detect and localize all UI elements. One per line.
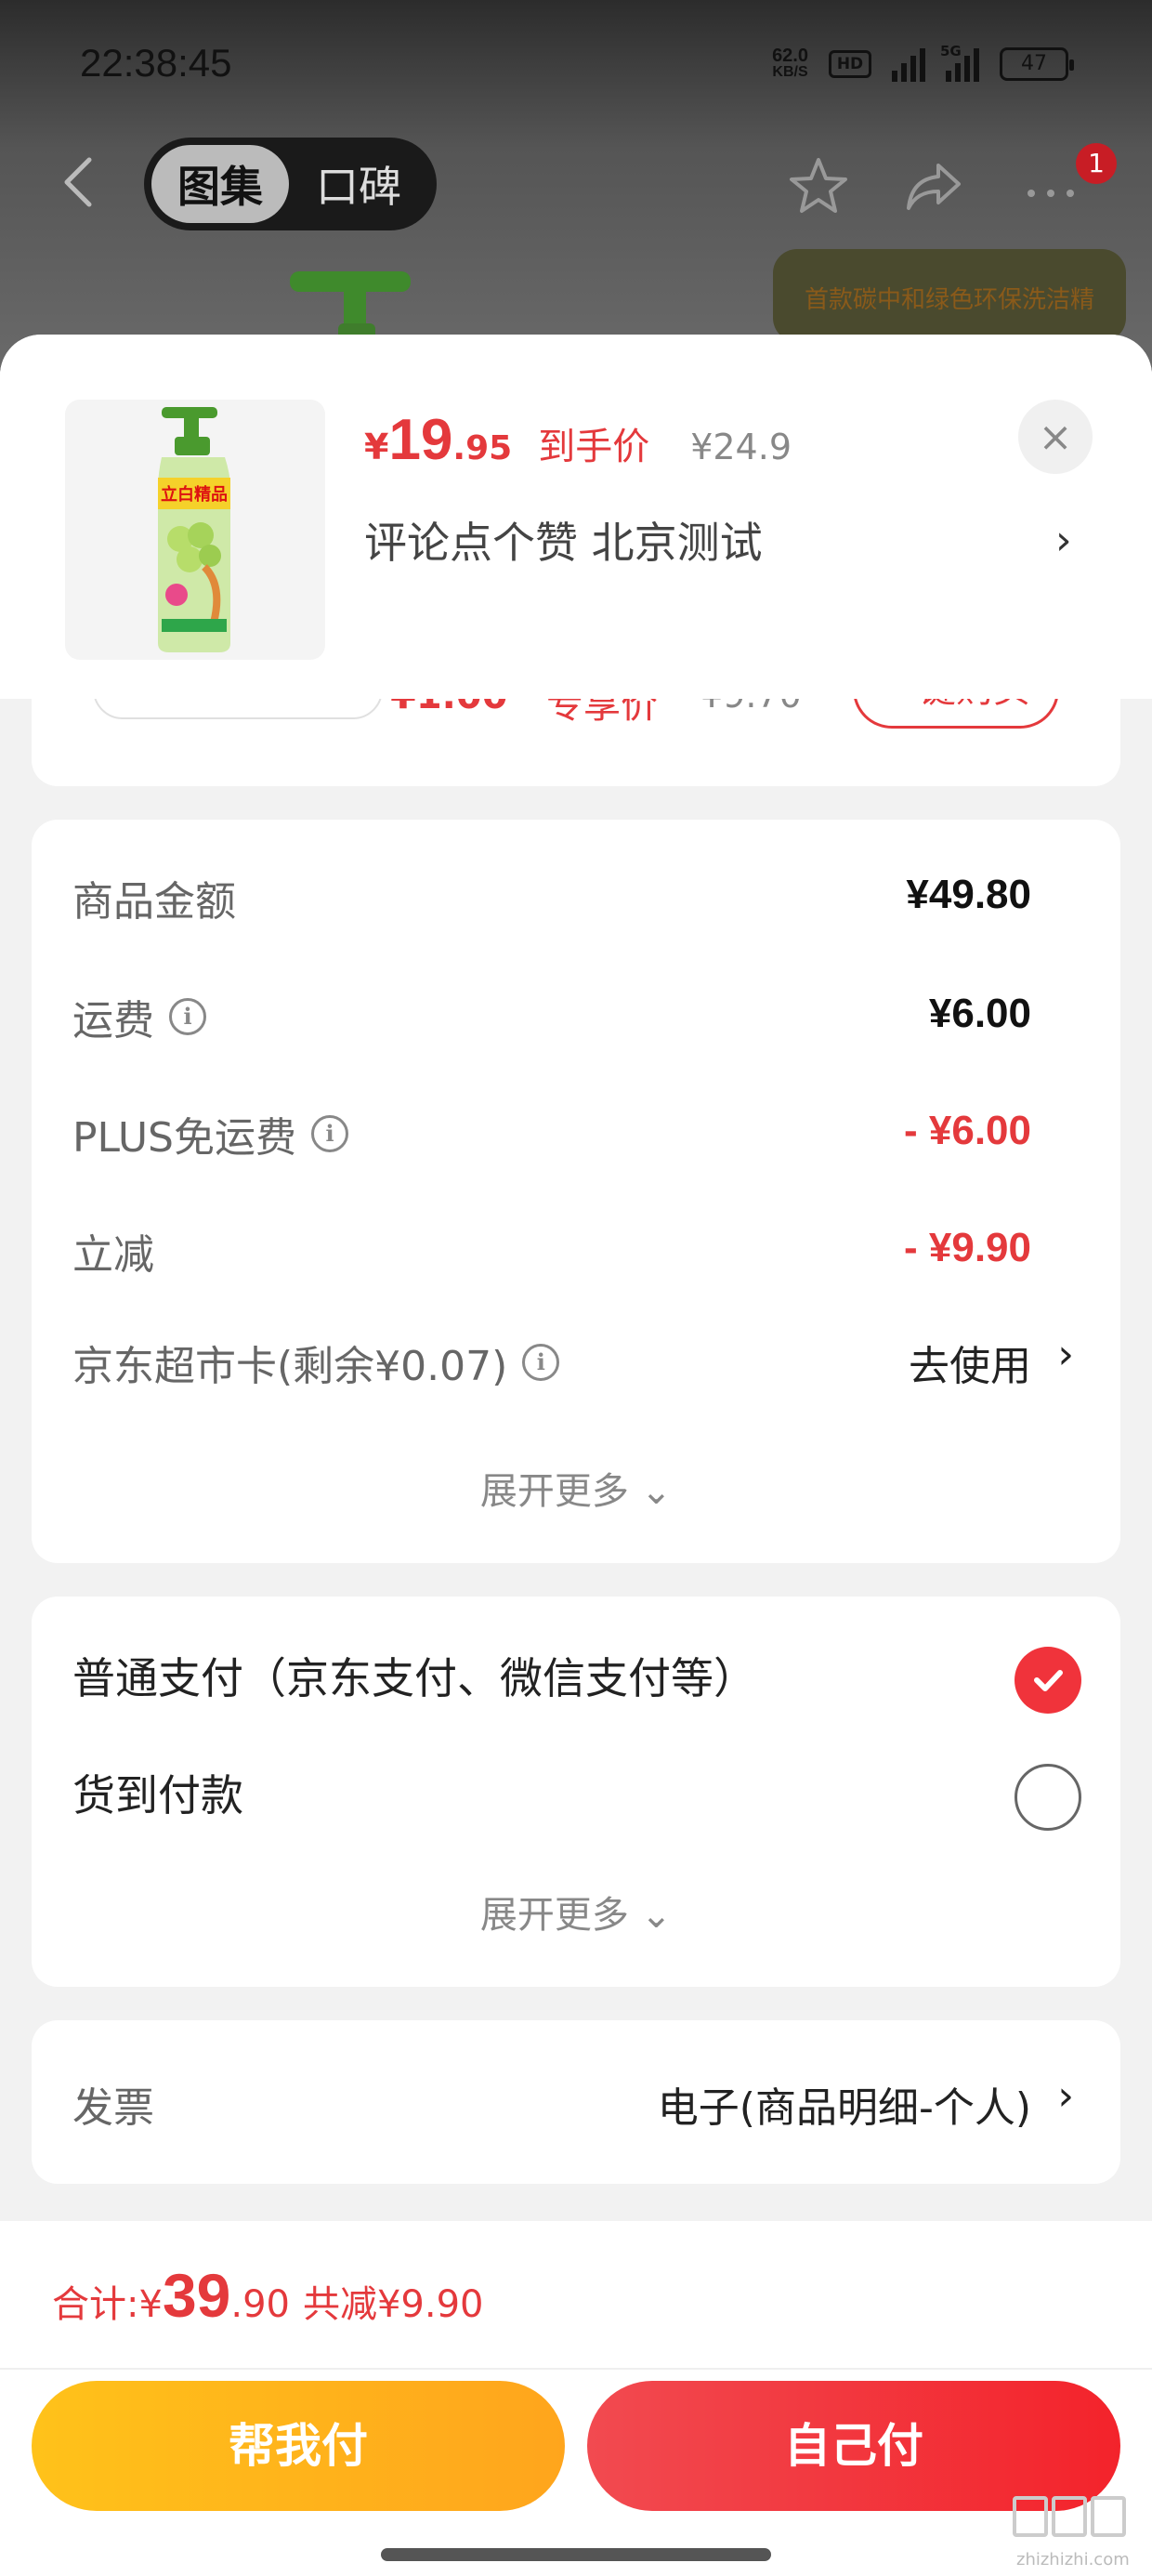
price-decimal: .95 <box>452 429 513 467</box>
invoice-value: 电子(商品明细-个人) <box>657 2084 1031 2132</box>
share-icon[interactable] <box>901 154 966 219</box>
tab-gallery[interactable]: 图集 <box>151 145 289 223</box>
price-row: ¥ 19 .95 到手价 ¥24.9 <box>364 407 792 473</box>
shipping-label: 运费 i <box>72 987 206 1046</box>
instant-discount-text: 立减 <box>72 1231 154 1279</box>
items-amount-label: 商品金额 <box>72 868 236 927</box>
invoice-label: 发票 <box>72 2074 154 2134</box>
instant-discount-label: 立减 <box>72 1221 154 1281</box>
plus-free-shipping-text: PLUS免运费 <box>72 1114 296 1162</box>
total-integer: 39 <box>162 2261 231 2330</box>
selected-spec[interactable]: 评论点个赞 北京测试 <box>364 509 1089 571</box>
shipping-value: ¥6.00 <box>928 991 1031 1036</box>
plus-free-shipping-value: - ¥6.00 <box>904 1108 1031 1153</box>
price-currency: ¥ <box>364 427 389 467</box>
info-icon[interactable]: i <box>522 1344 560 1381</box>
bottom-action-bar: 合计: ¥ 39 .90 共减¥9.90 帮我付 自己付 <box>0 2221 1152 2576</box>
top-nav: 图集 口碑 <box>0 138 1152 230</box>
pay-myself-button[interactable]: 自己付 <box>587 2381 1120 2511</box>
pay-normal-label[interactable]: 普通支付（京东支付、微信支付等） <box>72 1645 756 1706</box>
status-bar: 22:38:45 62.0 KB/S HD 5G 47 <box>0 0 1152 130</box>
supermarket-card-text: 京东超市卡(剩余¥0.07) <box>72 1343 508 1390</box>
network-speed-value: 62.0 <box>772 46 808 66</box>
cash-on-delivery-radio[interactable] <box>1015 1764 1081 1831</box>
expand-more-fees[interactable]: 展开更多 ⌄ <box>32 1461 1120 1515</box>
use-card-link[interactable]: 去使用 <box>909 1333 1031 1392</box>
signal-label: 5G <box>940 43 962 59</box>
signal-5g-icon: 5G <box>940 43 979 82</box>
final-price-label: 到手价 <box>538 426 650 468</box>
total-saved: 共减¥9.90 <box>302 2283 484 2326</box>
info-icon[interactable]: i <box>169 998 206 1035</box>
battery-icon: 47 <box>1000 47 1074 81</box>
product-summary: 立白精品 ¥ 19 .95 到手价 ¥24.9 × 评论点个赞 北京测试 › <box>0 335 1152 699</box>
items-amount-value: ¥49.80 <box>906 872 1031 917</box>
total-label: 合计: <box>52 2283 139 2326</box>
divider <box>0 2368 1152 2370</box>
product-thumbnail[interactable]: 立白精品 <box>65 400 325 660</box>
background-page: 22:38:45 62.0 KB/S HD 5G 47 图集 口碑 1 首款碳中… <box>0 0 1152 372</box>
more-icon[interactable] <box>1018 154 1083 219</box>
expand-more-payment[interactable]: 展开更多 ⌄ <box>32 1885 1120 1939</box>
watermark-text: zhizhizhi.com <box>1016 2550 1130 2569</box>
back-icon[interactable] <box>52 154 108 210</box>
network-speed: 62.0 KB/S <box>772 46 808 81</box>
svg-text:立白精品: 立白精品 <box>161 484 228 505</box>
home-indicator[interactable] <box>381 2548 771 2561</box>
watermark-logo <box>1013 2496 1126 2537</box>
invoice-text: 发票 <box>72 2084 154 2132</box>
shipping-text: 运费 <box>72 997 154 1045</box>
items-amount-text: 商品金额 <box>72 878 236 926</box>
product-bottle-thumbnail-icon: 立白精品 <box>158 407 230 652</box>
price-integer: 19 <box>388 408 453 472</box>
notification-badge: 1 <box>1076 143 1117 184</box>
checkmark-icon <box>1034 1670 1063 1691</box>
network-speed-unit: KB/S <box>772 64 808 80</box>
pay-normal-radio-checked[interactable] <box>1015 1647 1081 1714</box>
hd-icon: HD <box>829 50 871 78</box>
original-price: ¥24.9 <box>690 427 792 467</box>
signal-icon <box>892 46 925 82</box>
promo-banner: 首款碳中和绿色环保洗洁精 <box>773 249 1126 342</box>
favorite-star-icon[interactable] <box>786 154 851 219</box>
order-total: 合计: ¥ 39 .90 共减¥9.90 <box>52 2260 484 2331</box>
tab-reviews[interactable]: 口碑 <box>289 145 428 223</box>
chevron-right-icon: › <box>1055 517 1072 564</box>
chevron-right-icon: › <box>1057 1331 1074 1378</box>
view-switch: 图集 口碑 <box>144 138 437 230</box>
ask-friend-pay-button[interactable]: 帮我付 <box>32 2381 565 2511</box>
payment-method-card: 普通支付（京东支付、微信支付等） 货到付款 展开更多 ⌄ <box>32 1597 1120 1987</box>
instant-discount-value: - ¥9.90 <box>904 1225 1031 1270</box>
chevron-right-icon: › <box>1057 2072 1074 2120</box>
total-currency: ¥ <box>138 2283 163 2326</box>
cash-on-delivery-label[interactable]: 货到付款 <box>72 1762 243 1823</box>
plus-free-shipping-label: PLUS免运费 i <box>72 1104 348 1163</box>
status-icons: 62.0 KB/S HD 5G 47 <box>772 43 1074 82</box>
supermarket-card-label: 京东超市卡(剩余¥0.07) i <box>72 1333 560 1392</box>
info-icon[interactable]: i <box>311 1115 348 1152</box>
fee-summary-card: 商品金额 ¥49.80 运费 i ¥6.00 PLUS免运费 i - ¥6.00… <box>32 820 1120 1563</box>
close-button[interactable]: × <box>1018 400 1093 474</box>
invoice-card[interactable]: 发票 电子(商品明细-个人) › <box>32 2020 1120 2184</box>
total-decimal: .90 <box>230 2283 290 2326</box>
status-time: 22:38:45 <box>80 41 232 85</box>
